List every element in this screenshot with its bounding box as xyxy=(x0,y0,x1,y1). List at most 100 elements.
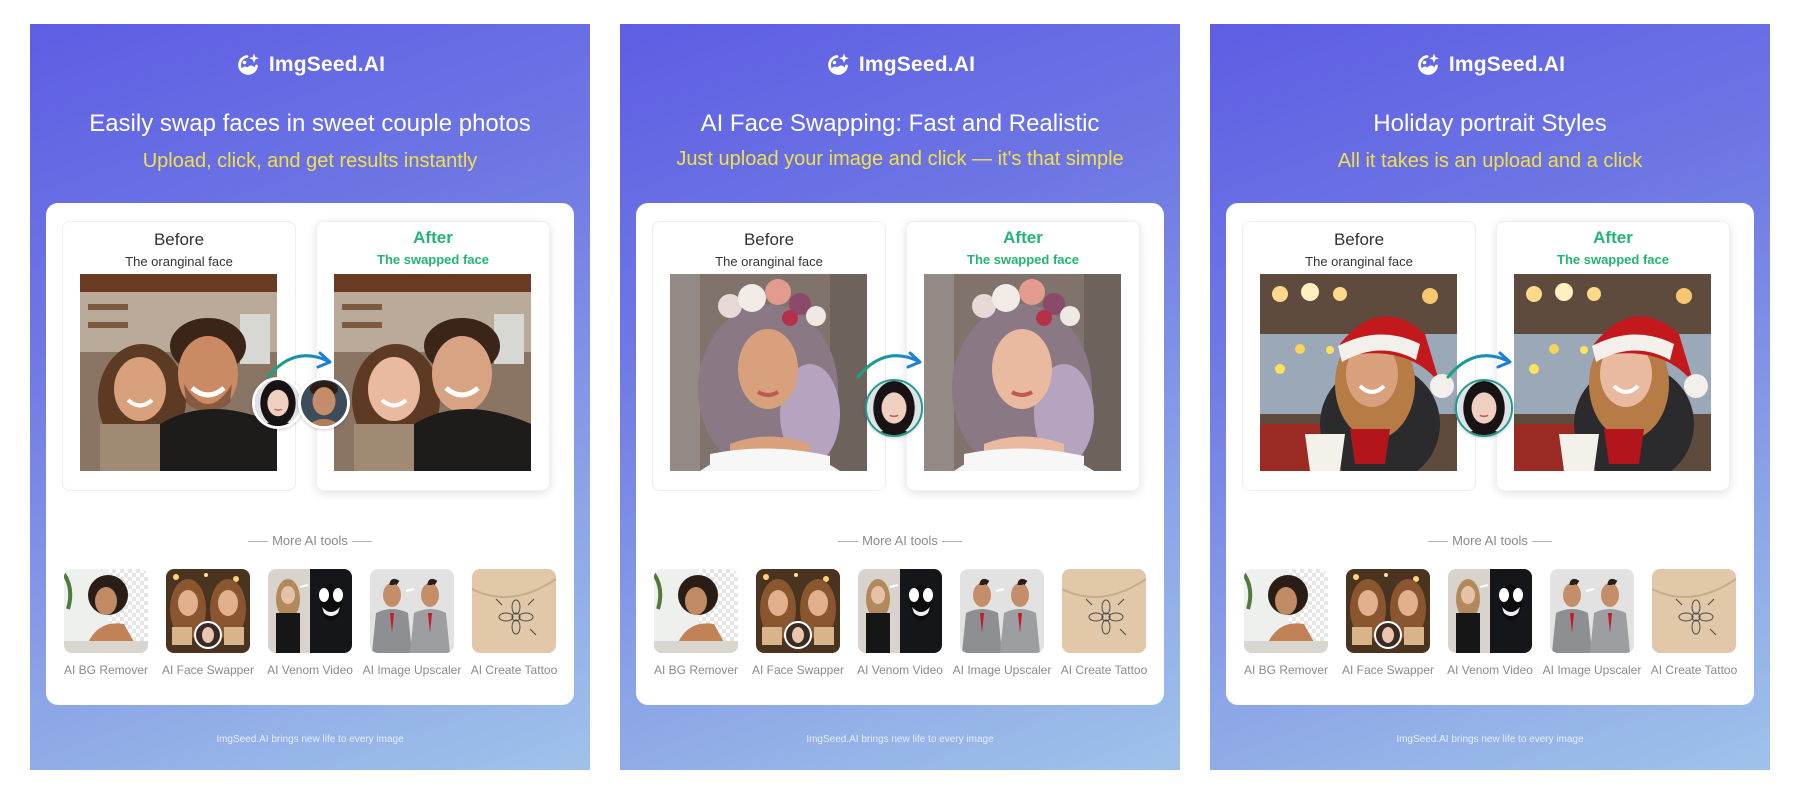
tagline: All it takes is an upload and a click xyxy=(1337,150,1643,172)
after-title: After xyxy=(1589,228,1637,248)
tool-label: AI Create Tattoo xyxy=(1060,663,1148,677)
venom-video-thumb xyxy=(1448,569,1532,653)
image-sparkle-icon xyxy=(237,53,259,75)
tool-ai-image-upscaler[interactable]: AI Image Upscaler xyxy=(1542,569,1642,677)
headline: Easily swap faces in sweet couple photos xyxy=(89,110,531,137)
tool-ai-create-tattoo[interactable]: AI Create Tattoo xyxy=(464,569,564,677)
tool-label: AI Venom Video xyxy=(267,663,353,677)
image-upscaler-thumb xyxy=(960,569,1044,653)
more-tools-heading: More AI tools xyxy=(46,533,574,548)
more-tools-label: More AI tools xyxy=(862,533,938,548)
tool-label: AI Venom Video xyxy=(1447,663,1533,677)
tool-label: AI Image Upscaler xyxy=(952,663,1052,677)
tool-ai-face-swapper[interactable]: AI Face Swapper xyxy=(1338,569,1438,677)
curved-arrow-icon xyxy=(266,351,332,379)
footer-tagline: ImgSeed.AI brings new life to every imag… xyxy=(1396,734,1584,745)
tool-label: AI Image Upscaler xyxy=(362,663,462,677)
before-box: Before The oranginal face xyxy=(652,221,886,491)
divider-line xyxy=(351,541,372,543)
divider-line xyxy=(1428,541,1449,543)
divider-line xyxy=(248,541,269,543)
tools-list: AI BG Remover AI Face Swapper AI Venom V… xyxy=(56,569,564,677)
after-photo xyxy=(334,274,531,471)
tool-ai-venom-video[interactable]: AI Venom Video xyxy=(850,569,950,677)
tool-ai-bg-remover[interactable]: AI BG Remover xyxy=(56,569,156,677)
content-card: Before The oranginal face After The swap… xyxy=(636,203,1164,705)
tool-ai-bg-remover[interactable]: AI BG Remover xyxy=(646,569,746,677)
source-faces xyxy=(252,377,350,429)
more-tools-heading: More AI tools xyxy=(1226,533,1754,548)
venom-video-thumb xyxy=(268,569,352,653)
tool-ai-face-swapper[interactable]: AI Face Swapper xyxy=(158,569,258,677)
divider-line xyxy=(1531,541,1552,543)
tool-ai-face-swapper[interactable]: AI Face Swapper xyxy=(748,569,848,677)
tool-ai-create-tattoo[interactable]: AI Create Tattoo xyxy=(1644,569,1744,677)
content-card: Before The oranginal face After The swap… xyxy=(46,203,574,705)
before-photo xyxy=(80,274,277,471)
create-tattoo-thumb xyxy=(472,569,556,653)
tool-ai-venom-video[interactable]: AI Venom Video xyxy=(1440,569,1540,677)
after-subtitle: The swapped face xyxy=(1557,252,1669,267)
after-box: After The swapped face xyxy=(1496,221,1730,491)
tool-label: AI Face Swapper xyxy=(1341,663,1435,677)
divider-line xyxy=(838,541,859,543)
face-swapper-thumb xyxy=(756,569,840,653)
curved-arrow-icon xyxy=(856,351,922,379)
before-subtitle: The oranginal face xyxy=(1305,254,1413,269)
more-tools-label: More AI tools xyxy=(1452,533,1528,548)
footer-tagline: ImgSeed.AI brings new life to every imag… xyxy=(806,734,994,745)
before-box: Before The oranginal face xyxy=(1242,221,1476,491)
tool-label: AI Image Upscaler xyxy=(1542,663,1642,677)
tool-ai-image-upscaler[interactable]: AI Image Upscaler xyxy=(362,569,462,677)
before-after-comparison: Before The oranginal face After The swap… xyxy=(62,221,558,491)
before-photo xyxy=(1260,274,1457,471)
image-sparkle-icon xyxy=(827,53,849,75)
content-card: Before The oranginal face After The swap… xyxy=(1226,203,1754,705)
create-tattoo-thumb xyxy=(1062,569,1146,653)
tool-label: AI Create Tattoo xyxy=(1650,663,1738,677)
before-title: Before xyxy=(1329,230,1389,250)
after-photo xyxy=(924,274,1121,471)
bg-remover-thumb xyxy=(1244,569,1328,653)
before-after-comparison: Before The oranginal face After The swap… xyxy=(652,221,1148,491)
before-box: Before The oranginal face xyxy=(62,221,296,491)
tool-label: AI BG Remover xyxy=(1243,663,1329,677)
before-title: Before xyxy=(739,230,799,250)
tool-ai-bg-remover[interactable]: AI BG Remover xyxy=(1236,569,1336,677)
after-title: After xyxy=(999,228,1047,248)
tool-label: AI Venom Video xyxy=(857,663,943,677)
curved-arrow-icon xyxy=(1446,351,1512,379)
bg-remover-thumb xyxy=(64,569,148,653)
before-photo xyxy=(670,274,867,471)
tool-label: AI Face Swapper xyxy=(161,663,255,677)
image-upscaler-thumb xyxy=(370,569,454,653)
promo-panel-3: ImgSeed.AI Holiday portrait Styles All i… xyxy=(1210,24,1770,770)
image-upscaler-thumb xyxy=(1550,569,1634,653)
before-subtitle: The oranginal face xyxy=(125,254,233,269)
tools-list: AI BG Remover AI Face Swapper AI Venom V… xyxy=(1236,569,1744,677)
after-subtitle: The swapped face xyxy=(377,252,489,267)
source-woman-face xyxy=(252,377,304,429)
source-faces xyxy=(1455,379,1513,437)
tool-ai-create-tattoo[interactable]: AI Create Tattoo xyxy=(1054,569,1154,677)
image-sparkle-icon xyxy=(1417,53,1439,75)
brand-name: ImgSeed.AI xyxy=(268,53,386,76)
tools-list: AI BG Remover AI Face Swapper AI Venom V… xyxy=(646,569,1154,677)
after-photo xyxy=(1514,274,1711,471)
brand-logo[interactable]: ImgSeed.AI xyxy=(620,52,1180,78)
tool-label: AI Create Tattoo xyxy=(470,663,558,677)
headline: Holiday portrait Styles xyxy=(1373,110,1607,137)
tool-ai-venom-video[interactable]: AI Venom Video xyxy=(260,569,360,677)
tool-ai-image-upscaler[interactable]: AI Image Upscaler xyxy=(952,569,1052,677)
footer-tagline: ImgSeed.AI brings new life to every imag… xyxy=(216,734,404,745)
venom-video-thumb xyxy=(858,569,942,653)
brand-logo[interactable]: ImgSeed.AI xyxy=(30,52,590,78)
brand-logo[interactable]: ImgSeed.AI xyxy=(1210,52,1770,78)
source-faces xyxy=(865,379,923,437)
tagline: Upload, click, and get results instantly xyxy=(142,150,478,172)
more-tools-label: More AI tools xyxy=(272,533,348,548)
before-after-comparison: Before The oranginal face After The swap… xyxy=(1242,221,1738,491)
tool-label: AI Face Swapper xyxy=(751,663,845,677)
create-tattoo-thumb xyxy=(1652,569,1736,653)
tool-label: AI BG Remover xyxy=(653,663,739,677)
